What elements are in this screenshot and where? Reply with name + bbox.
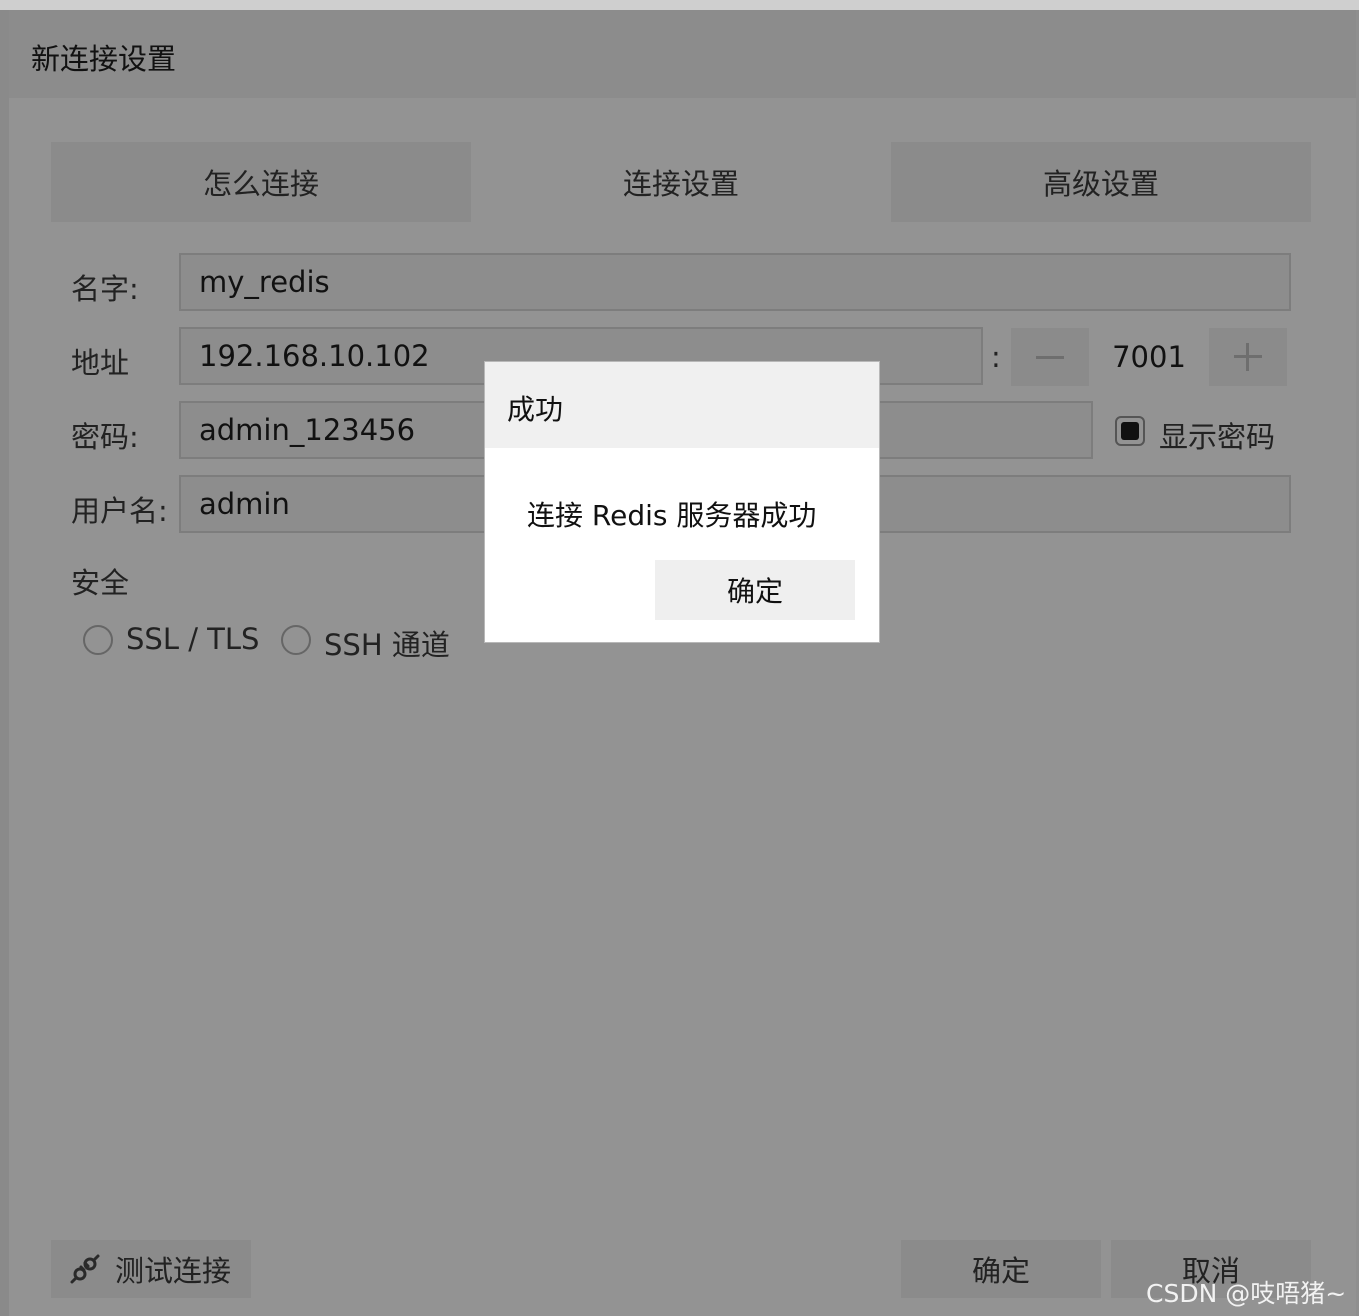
new-connection-window: 新连接设置 怎么连接 连接设置 高级设置 名字: my_redis 地址 192… [9, 10, 1356, 1316]
test-connection-button[interactable]: 测试连接 [51, 1240, 251, 1298]
show-password-label: 显示密码 [1159, 420, 1276, 454]
success-dialog: 成功 连接 Redis 服务器成功 确定 [484, 361, 880, 643]
address-label: 地址 [71, 346, 130, 380]
tab-advanced-settings[interactable]: 高级设置 [891, 142, 1311, 222]
port-stepper: 7001 [1011, 328, 1291, 386]
ok-button-label: 确定 [971, 1254, 1030, 1288]
watermark: CSDN @吱唔猪~ [1146, 1279, 1347, 1308]
password-label: 密码: [71, 420, 139, 454]
port-increment-button[interactable] [1209, 328, 1287, 386]
left-edge [0, 10, 9, 1316]
show-password-checkbox[interactable] [1115, 416, 1145, 446]
dialog-header: 成功 [485, 362, 879, 448]
password-value: admin_123456 [199, 413, 416, 447]
port-field[interactable]: 7001 [1089, 328, 1209, 386]
port-decrement-button[interactable] [1011, 328, 1089, 386]
dialog-message: 连接 Redis 服务器成功 [527, 499, 817, 532]
security-heading: 安全 [71, 566, 130, 600]
plug-icon [70, 1254, 100, 1284]
dialog-title: 成功 [507, 393, 564, 426]
port-separator: : [991, 340, 1001, 374]
name-label: 名字: [71, 272, 139, 306]
name-field[interactable]: my_redis [179, 253, 1291, 311]
dialog-ok-button[interactable]: 确定 [655, 560, 855, 620]
tab-label: 高级设置 [1042, 167, 1159, 201]
ok-button[interactable]: 确定 [901, 1240, 1101, 1298]
window-titlebar: 新连接设置 [9, 10, 1356, 98]
top-edge [0, 0, 1359, 10]
window-title: 新连接设置 [31, 42, 177, 76]
plus-icon [1234, 343, 1262, 371]
address-value: 192.168.10.102 [199, 339, 430, 373]
ssl-tls-label: SSL / TLS [126, 622, 260, 656]
name-value: my_redis [199, 265, 330, 299]
username-value: admin [199, 487, 290, 521]
tab-how-to-connect[interactable]: 怎么连接 [51, 142, 471, 222]
ssl-tls-radio[interactable] [83, 625, 113, 655]
dialog-ok-label: 确定 [726, 575, 783, 608]
username-label: 用户名: [71, 494, 168, 528]
checkbox-checked-mark [1121, 422, 1139, 440]
tab-label: 怎么连接 [202, 167, 319, 201]
ssh-tunnel-radio[interactable] [281, 625, 311, 655]
minus-icon [1036, 355, 1064, 359]
tab-connection-settings[interactable]: 连接设置 [471, 142, 891, 222]
ssh-tunnel-label: SSH 通道 [324, 628, 450, 662]
port-value: 7001 [1112, 340, 1186, 374]
test-connection-label: 测试连接 [115, 1254, 232, 1288]
tab-label: 连接设置 [622, 167, 739, 201]
